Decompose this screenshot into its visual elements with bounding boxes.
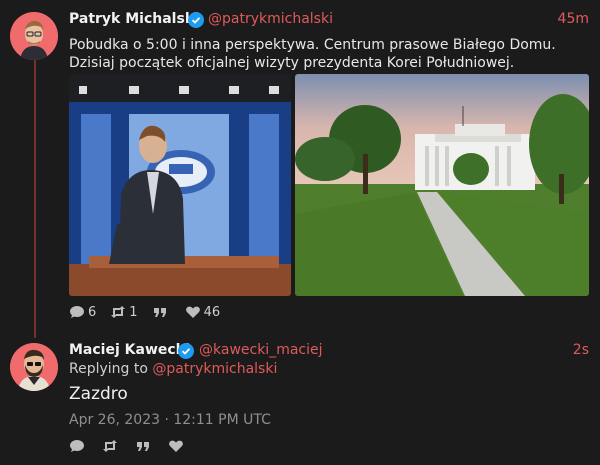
reply-count: 6 xyxy=(88,304,97,320)
retweet-icon xyxy=(111,306,126,318)
tweet-time[interactable]: 45m xyxy=(558,11,589,27)
replying-to: Replying to @patrykmichalski xyxy=(69,361,277,377)
comment-icon xyxy=(70,440,84,452)
white-house-lawn-photo-icon xyxy=(295,74,589,296)
retweet-button[interactable] xyxy=(102,438,121,454)
tweet-actions xyxy=(69,438,201,454)
like-button[interactable] xyxy=(168,438,187,454)
reply-button[interactable] xyxy=(69,438,88,454)
tweet-text: Pobudka o 5:00 i inna perspektywa. Centr… xyxy=(69,37,556,71)
heart-icon xyxy=(169,440,183,452)
like-button[interactable]: 46 xyxy=(185,304,221,320)
comment-icon xyxy=(70,306,84,318)
heart-icon xyxy=(185,306,200,318)
avatar[interactable] xyxy=(10,12,58,60)
quote-button[interactable] xyxy=(135,438,154,454)
quote-button[interactable] xyxy=(152,304,171,320)
tweet-text: Zazdro xyxy=(69,384,128,404)
verified-badge-icon xyxy=(188,12,204,28)
tweet-date[interactable]: Apr 26, 2023 · 12:11 PM UTC xyxy=(69,412,271,428)
tweet-time[interactable]: 2s xyxy=(573,342,589,358)
retweet-icon xyxy=(103,440,117,452)
user-handle[interactable]: @kawecki_maciej xyxy=(199,342,323,358)
user-handle[interactable]: @patrykmichalski xyxy=(208,11,333,27)
tweet-actions: 6 1 46 xyxy=(69,304,234,320)
media-image-white-house[interactable] xyxy=(295,74,589,296)
press-room-photo-icon xyxy=(69,74,291,296)
avatar[interactable] xyxy=(10,343,58,391)
quote-icon xyxy=(153,308,166,317)
retweet-button[interactable]: 1 xyxy=(110,304,138,320)
display-name[interactable]: Patryk Michalski xyxy=(69,11,199,27)
quote-icon xyxy=(137,442,149,451)
like-count: 46 xyxy=(203,304,221,320)
display-name[interactable]: Maciej Kawecki xyxy=(69,342,190,358)
reply-button[interactable]: 6 xyxy=(69,304,96,320)
replying-to-handle[interactable]: @patrykmichalski xyxy=(152,361,277,377)
media-image-press-room[interactable] xyxy=(69,74,291,296)
retweet-count: 1 xyxy=(129,304,138,320)
thread-connector-line xyxy=(34,60,36,338)
verified-badge-icon xyxy=(178,343,194,359)
replying-to-label: Replying to xyxy=(69,361,148,377)
